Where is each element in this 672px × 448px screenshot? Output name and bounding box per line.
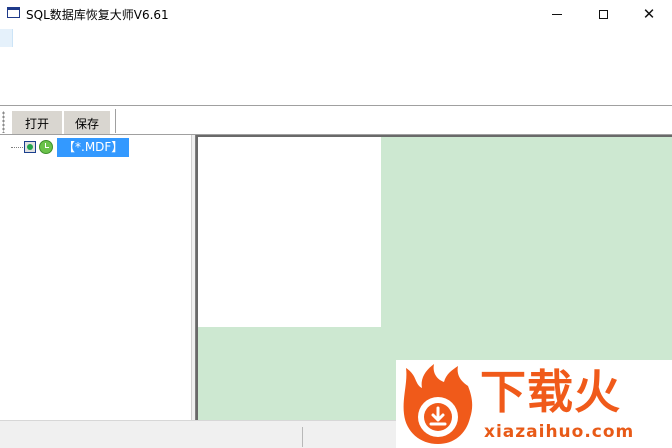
save-button[interactable]: 保存	[64, 111, 110, 135]
maximize-button[interactable]	[580, 0, 626, 28]
title-bar[interactable]: SQL数据库恢复大师V6.61 ✕	[0, 0, 672, 28]
watermark-domain: xiazaihuo.com	[484, 422, 635, 442]
clock-icon	[39, 140, 53, 154]
close-button[interactable]: ✕	[626, 0, 672, 28]
watermark-logo: 下载火 xiazaihuo.com	[396, 360, 672, 448]
window-title: SQL数据库恢复大师V6.61	[26, 8, 169, 22]
close-icon: ✕	[642, 4, 656, 23]
open-button[interactable]: 打开	[12, 111, 62, 135]
toolbar-separator	[115, 109, 116, 133]
app-window: SQL数据库恢复大师V6.61 ✕ 打开 保存 【*.MDF】 下载火 xiaz…	[0, 0, 672, 448]
status-panel-secondary	[304, 427, 401, 447]
minimize-button[interactable]	[534, 0, 580, 28]
maximize-icon	[598, 9, 608, 19]
content-grid-area[interactable]	[198, 137, 381, 327]
tree-connector	[11, 147, 23, 149]
tree-view[interactable]: 【*.MDF】	[0, 135, 191, 420]
status-panel-main	[0, 427, 303, 447]
watermark-title: 下载火	[480, 365, 621, 419]
database-node-icon[interactable]	[24, 141, 36, 153]
minimize-icon	[552, 13, 562, 15]
flame-logo-icon	[403, 364, 473, 444]
tree-item-mdf[interactable]: 【*.MDF】	[57, 138, 130, 157]
toolbar-grip-icon[interactable]	[2, 111, 5, 133]
window-icon	[7, 7, 20, 18]
toolbar: 打开 保存	[0, 107, 672, 135]
menu-strip[interactable]	[0, 29, 13, 47]
